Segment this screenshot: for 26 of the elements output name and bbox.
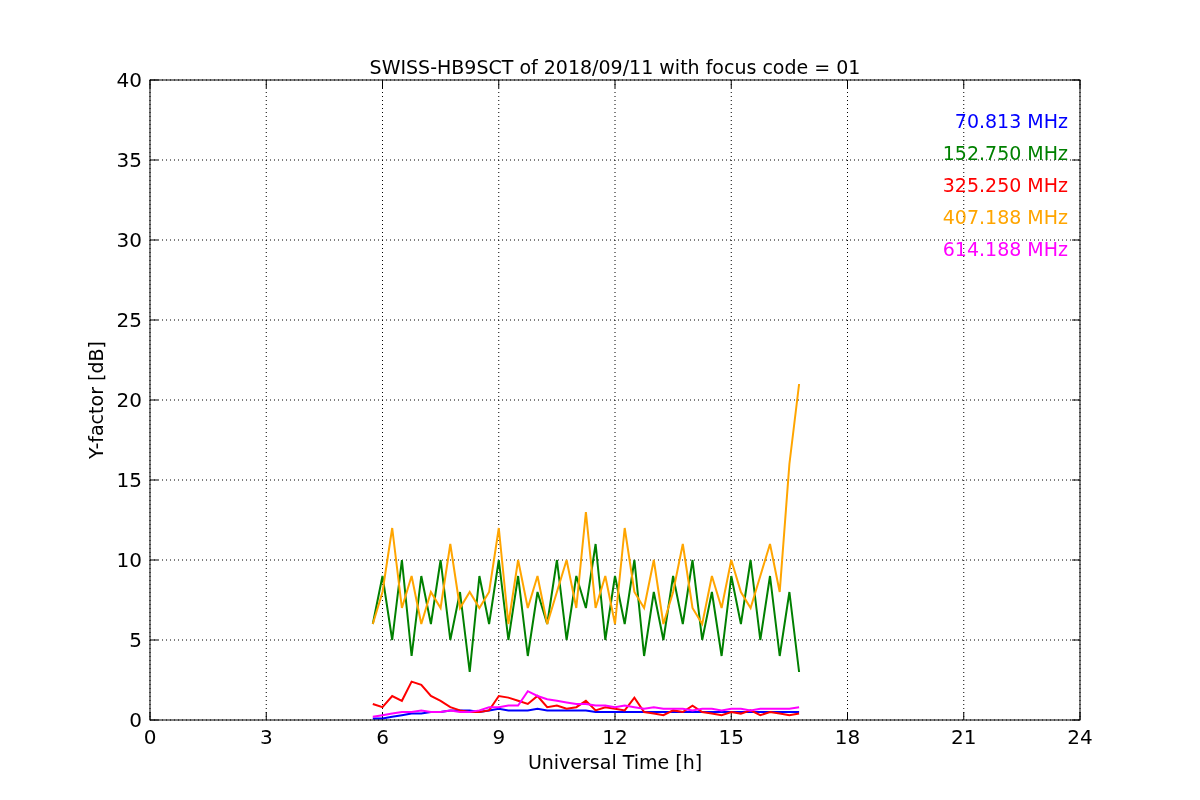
tick-label: 15 xyxy=(116,468,142,492)
tick-label: 12 xyxy=(602,725,628,749)
legend-label: 407.188 MHz xyxy=(942,206,1068,228)
legend-label: 152.750 MHz xyxy=(942,142,1068,164)
tick-label: 18 xyxy=(834,725,861,749)
tick-label: 5 xyxy=(129,628,142,652)
tick-label: 35 xyxy=(116,148,142,172)
tick-label: 30 xyxy=(116,228,142,252)
legend-label: 614.188 MHz xyxy=(942,238,1068,260)
chart-title: SWISS-HB9SCT of 2018/09/11 with focus code = 01 xyxy=(369,56,861,78)
axis-label: Y-factor [dB] xyxy=(85,341,107,459)
tick-label: 3 xyxy=(259,725,273,749)
tick-label: 21 xyxy=(951,725,977,749)
tick-label: 0 xyxy=(143,725,157,749)
tick-label: 25 xyxy=(116,308,142,332)
legend-label: 70.813 MHz xyxy=(954,110,1068,132)
axis-label: Universal Time [h] xyxy=(527,751,703,773)
tick-label: 15 xyxy=(718,725,744,749)
tick-label: 24 xyxy=(1067,725,1093,749)
tick-label: 40 xyxy=(116,68,142,92)
tick-label: 20 xyxy=(116,388,142,412)
tick-label: 9 xyxy=(492,725,506,749)
tick-label: 0 xyxy=(129,708,142,732)
tick-label: 6 xyxy=(376,725,389,749)
tick-label: 10 xyxy=(116,548,142,572)
legend-label: 325.250 MHz xyxy=(942,174,1068,196)
